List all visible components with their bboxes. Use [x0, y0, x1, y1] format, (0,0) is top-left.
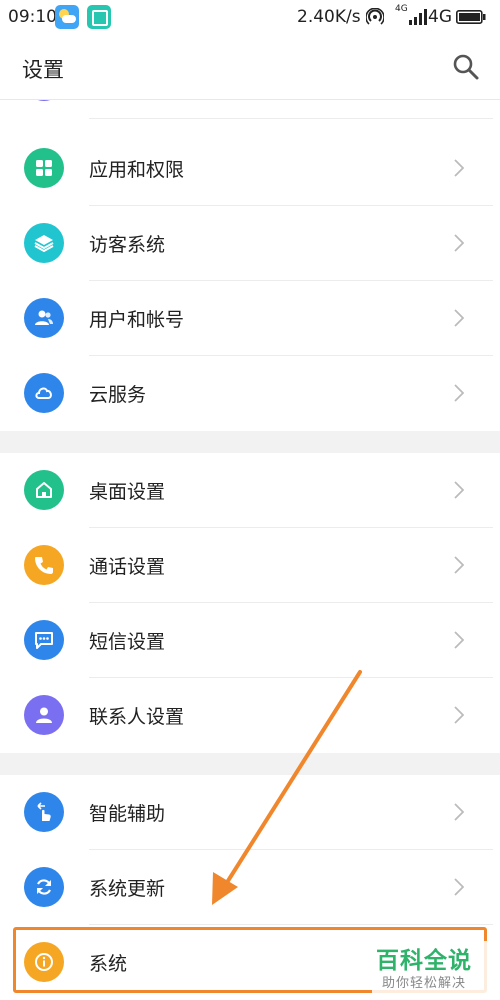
chevron-right-icon — [454, 309, 464, 327]
battery-icon — [456, 10, 486, 24]
chevron-right-icon — [454, 556, 464, 574]
settings-item-call[interactable]: 通话设置 — [0, 528, 500, 603]
gesture-icon — [24, 792, 64, 832]
settings-item-label: 通话设置 — [89, 556, 166, 578]
settings-item-label: 云服务 — [89, 384, 147, 406]
watermark-subtitle: 助你轻松解决 — [382, 976, 467, 991]
settings-item-desktop[interactable]: 桌面设置 — [0, 453, 500, 528]
chevron-right-icon — [454, 878, 464, 896]
section-divider — [0, 431, 500, 453]
settings-item-sms[interactable]: 短信设置 — [0, 603, 500, 678]
settings-item-label: 联系人设置 — [89, 706, 185, 728]
settings-item-guest-system[interactable]: 访客系统 — [0, 206, 500, 281]
network-type-small: 4G — [395, 4, 408, 14]
settings-item-label: 短信设置 — [89, 631, 166, 653]
settings-item-apps-permissions[interactable]: 应用和权限 — [0, 131, 500, 206]
chevron-right-icon — [454, 706, 464, 724]
message-icon — [24, 620, 64, 660]
page-title: 设置 — [22, 58, 64, 82]
section-divider — [0, 753, 500, 775]
status-bar: 09:10 2.40K/s 4G 4G — [0, 0, 500, 36]
chevron-right-icon — [454, 384, 464, 402]
settings-list: 应用和权限 访客系统 用户和帐号 云服务 桌面设置 通话设置 短信设置 联系人设… — [0, 100, 500, 1000]
settings-item-partial[interactable] — [0, 100, 500, 119]
weather-icon — [55, 5, 79, 29]
chevron-right-icon — [454, 234, 464, 252]
settings-item-users-accounts[interactable]: 用户和帐号 — [0, 281, 500, 356]
partial-icon — [24, 100, 64, 101]
contact-icon — [24, 695, 64, 735]
network-speed: 2.40K/s — [297, 7, 361, 27]
settings-item-label: 智能辅助 — [89, 803, 166, 825]
chevron-right-icon — [454, 803, 464, 821]
settings-item-label: 桌面设置 — [89, 481, 166, 503]
settings-item-system-update[interactable]: 系统更新 — [0, 850, 500, 925]
network-type: 4G — [428, 7, 452, 27]
layers-icon — [24, 223, 64, 263]
watermark-title: 百科全说 — [376, 948, 472, 974]
settings-item-label: 用户和帐号 — [89, 309, 185, 331]
users-icon — [24, 298, 64, 338]
chevron-right-icon — [454, 631, 464, 649]
settings-item-label: 访客系统 — [89, 234, 166, 256]
signal-icon — [409, 9, 427, 25]
settings-item-smart-assist[interactable]: 智能辅助 — [0, 775, 500, 850]
refresh-icon — [24, 867, 64, 907]
home-icon — [24, 470, 64, 510]
status-time: 09:10 — [8, 7, 57, 27]
chevron-right-icon — [454, 481, 464, 499]
phone-icon — [24, 545, 64, 585]
apps-grid-icon — [24, 148, 64, 188]
settings-item-cloud-service[interactable]: 云服务 — [0, 356, 500, 431]
chevron-right-icon — [454, 159, 464, 177]
settings-item-label: 应用和权限 — [89, 159, 185, 181]
app-header: 设置 — [0, 36, 500, 100]
cloud-icon — [24, 373, 64, 413]
scan-icon — [87, 5, 111, 29]
hotspot-icon — [366, 8, 384, 25]
watermark: 百科全说 助你轻松解决 — [372, 941, 490, 993]
search-icon[interactable] — [452, 53, 480, 81]
settings-item-contacts[interactable]: 联系人设置 — [0, 678, 500, 753]
settings-item-label: 系统更新 — [89, 878, 166, 900]
